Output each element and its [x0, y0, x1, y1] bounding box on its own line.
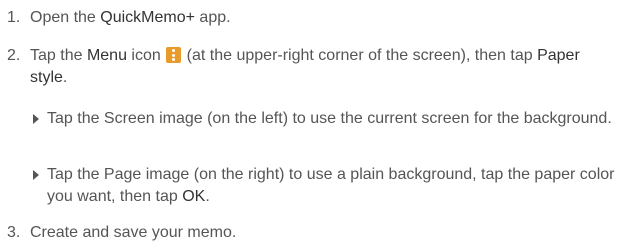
- menu-vertical-dots-icon: [166, 47, 182, 63]
- substep-text-pre: Tap the Page image (on the right) to use…: [47, 166, 615, 205]
- step-text-post: (at the upper-right corner of the screen…: [182, 47, 538, 64]
- bullet-triangle-icon: [33, 170, 39, 180]
- step-number: 3.: [7, 224, 21, 241]
- step-text-end: .: [62, 69, 68, 86]
- substep-text-post: .: [205, 188, 210, 205]
- substep-text: Tap the Screen image (on the left) to us…: [47, 110, 612, 127]
- step-text-post: app.: [194, 9, 231, 26]
- step-text-mid: icon: [126, 47, 166, 64]
- step-text: Open the QuickMemo+ app.: [30, 7, 616, 29]
- substep-text: Tap the Page image (on the right) to use…: [47, 164, 616, 208]
- step-number: 2.: [7, 47, 21, 64]
- step-text-pre: Open the: [30, 9, 101, 26]
- menu-label: Menu: [86, 47, 127, 64]
- step-text-pre: Tap the: [30, 47, 87, 64]
- step-number: 1.: [7, 9, 21, 26]
- bullet-triangle-icon: [33, 114, 39, 124]
- app-name: QuickMemo+: [100, 9, 195, 26]
- ok-label: OK: [182, 188, 206, 205]
- step-text: Tap the Menu icon (at the upper-right co…: [30, 45, 616, 89]
- step-text: Create and save your memo.: [30, 224, 237, 241]
- instruction-document: 1. Open the QuickMemo+ app. 2. Tap the M…: [0, 0, 624, 242]
